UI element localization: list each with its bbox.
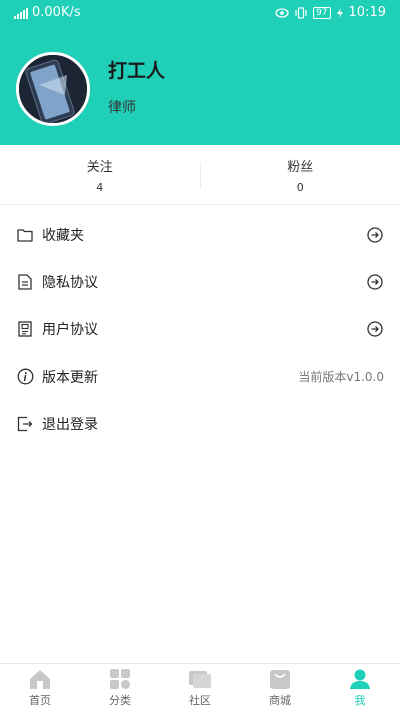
follow-count: 4 bbox=[96, 180, 104, 194]
menu-label-privacy: 隐私协议 bbox=[42, 274, 98, 291]
tab-community[interactable]: 社区 bbox=[160, 664, 240, 711]
user-title: 律师 bbox=[108, 100, 136, 116]
menu-item-favorites[interactable]: 收藏夹 bbox=[0, 211, 400, 258]
user-icon bbox=[350, 669, 370, 689]
info-icon bbox=[16, 368, 34, 386]
folder-icon bbox=[16, 226, 34, 244]
agreement-icon bbox=[16, 320, 34, 338]
fans-count: 0 bbox=[296, 180, 304, 194]
menu-label-version-update: 版本更新 bbox=[42, 369, 98, 386]
tab-home[interactable]: 首页 bbox=[0, 664, 80, 711]
clock: 10:19 bbox=[348, 5, 386, 20]
follow-label: 关注 bbox=[86, 159, 113, 175]
logout-icon bbox=[16, 415, 34, 433]
menu-item-version-update[interactable]: 版本更新 当前版本v1.0.0 bbox=[0, 353, 400, 400]
follow-stat[interactable]: 关注 4 bbox=[0, 145, 200, 204]
menu-label-user-agreement: 用户协议 bbox=[42, 322, 98, 339]
settings-menu: 收藏夹 隐私协议 用户协议 版本更新 当前版本v1.0.0 退出登录 bbox=[0, 211, 400, 447]
menu-label-favorites: 收藏夹 bbox=[42, 227, 84, 244]
tab-me[interactable]: 我 bbox=[320, 664, 400, 711]
profile-header: 0.00K/s 97 10:19 打工人 律师 bbox=[0, 0, 400, 145]
signal-icon bbox=[14, 7, 28, 19]
menu-label-logout: 退出登录 bbox=[42, 416, 98, 433]
charging-icon bbox=[336, 7, 343, 18]
stats-bar: 关注 4 粉丝 0 bbox=[0, 145, 400, 205]
status-bar: 0.00K/s 97 10:19 bbox=[0, 0, 400, 26]
home-icon bbox=[30, 669, 50, 689]
tab-label-me: 我 bbox=[354, 693, 366, 707]
tab-label-home: 首页 bbox=[29, 693, 51, 707]
arrow-right-circle-icon bbox=[367, 226, 383, 243]
user-name: 打工人 bbox=[108, 60, 166, 82]
grid-icon bbox=[110, 668, 130, 689]
fans-label: 粉丝 bbox=[287, 159, 314, 175]
tab-label-shop: 商城 bbox=[269, 693, 291, 707]
menu-item-logout[interactable]: 退出登录 bbox=[0, 400, 400, 447]
tab-label-community: 社区 bbox=[189, 693, 211, 707]
shop-icon bbox=[270, 669, 290, 689]
menu-item-user-agreement[interactable]: 用户协议 bbox=[0, 306, 400, 353]
arrow-right-circle-icon bbox=[367, 321, 383, 337]
community-icon bbox=[189, 670, 211, 688]
document-icon bbox=[16, 273, 34, 291]
fans-stat[interactable]: 粉丝 0 bbox=[201, 145, 400, 204]
tab-category[interactable]: 分类 bbox=[80, 664, 160, 711]
tab-shop[interactable]: 商城 bbox=[240, 664, 320, 711]
eye-icon bbox=[275, 7, 289, 18]
tab-label-category: 分类 bbox=[109, 693, 131, 707]
arrow-right-circle-icon bbox=[367, 274, 383, 290]
network-speed: 0.00K/s bbox=[32, 5, 81, 20]
current-version: 当前版本v1.0.0 bbox=[298, 370, 384, 385]
avatar[interactable] bbox=[16, 52, 90, 126]
avatar-image bbox=[19, 55, 87, 123]
battery-indicator: 97 bbox=[313, 6, 331, 19]
bottom-tab-bar: 首页 分类 社区 商城 我 bbox=[0, 663, 400, 711]
vibrate-icon bbox=[295, 6, 307, 19]
menu-item-privacy[interactable]: 隐私协议 bbox=[0, 258, 400, 305]
